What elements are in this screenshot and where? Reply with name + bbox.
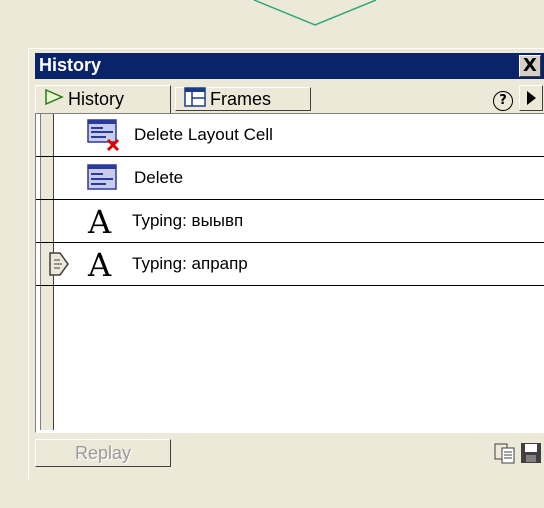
history-list[interactable]: Delete Layout Cell Delete A Typing: выыв… <box>35 113 544 433</box>
replay-button[interactable]: Replay <box>35 439 171 467</box>
tab-bar: History Frames ? <box>35 83 544 113</box>
options-menu-button[interactable] <box>519 85 543 111</box>
frames-icon <box>184 86 206 112</box>
tab-history[interactable]: History <box>35 85 171 113</box>
callout-pointer <box>253 0 377 26</box>
list-item[interactable]: A Typing: апрапр <box>36 243 544 286</box>
panel-footer: Replay <box>35 439 544 469</box>
panel-title: History <box>39 55 102 75</box>
play-icon <box>44 88 64 111</box>
tab-history-label: History <box>68 89 125 109</box>
panel-titlebar[interactable]: History X <box>35 53 544 79</box>
tab-frames[interactable]: Frames <box>175 86 311 112</box>
history-item-label: Delete <box>134 168 184 187</box>
history-item-label: Delete Layout Cell <box>134 125 273 144</box>
current-step-marker-icon[interactable] <box>48 251 70 282</box>
list-item[interactable]: A Typing: выывп <box>36 200 544 243</box>
svg-text:A: A <box>87 247 112 281</box>
list-item[interactable]: Delete Layout Cell <box>36 114 544 157</box>
typing-icon: A <box>86 203 122 241</box>
save-icon[interactable] <box>519 441 543 465</box>
typing-icon: A <box>86 246 122 284</box>
history-panel: History X History Frames ? Delete Layout… <box>28 48 544 479</box>
help-button[interactable]: ? <box>491 87 515 111</box>
tab-frames-label: Frames <box>210 88 272 109</box>
history-item-label: Typing: выывп <box>132 211 244 230</box>
history-item-label: Typing: апрапр <box>132 254 248 273</box>
delete-icon <box>86 161 122 193</box>
close-button[interactable]: X <box>519 55 541 77</box>
list-item[interactable]: Delete <box>36 157 544 200</box>
copy-steps-icon[interactable] <box>493 441 517 465</box>
svg-text:A: A <box>87 204 112 238</box>
delete-layout-cell-icon <box>86 118 122 152</box>
help-icon: ? <box>493 91 513 111</box>
